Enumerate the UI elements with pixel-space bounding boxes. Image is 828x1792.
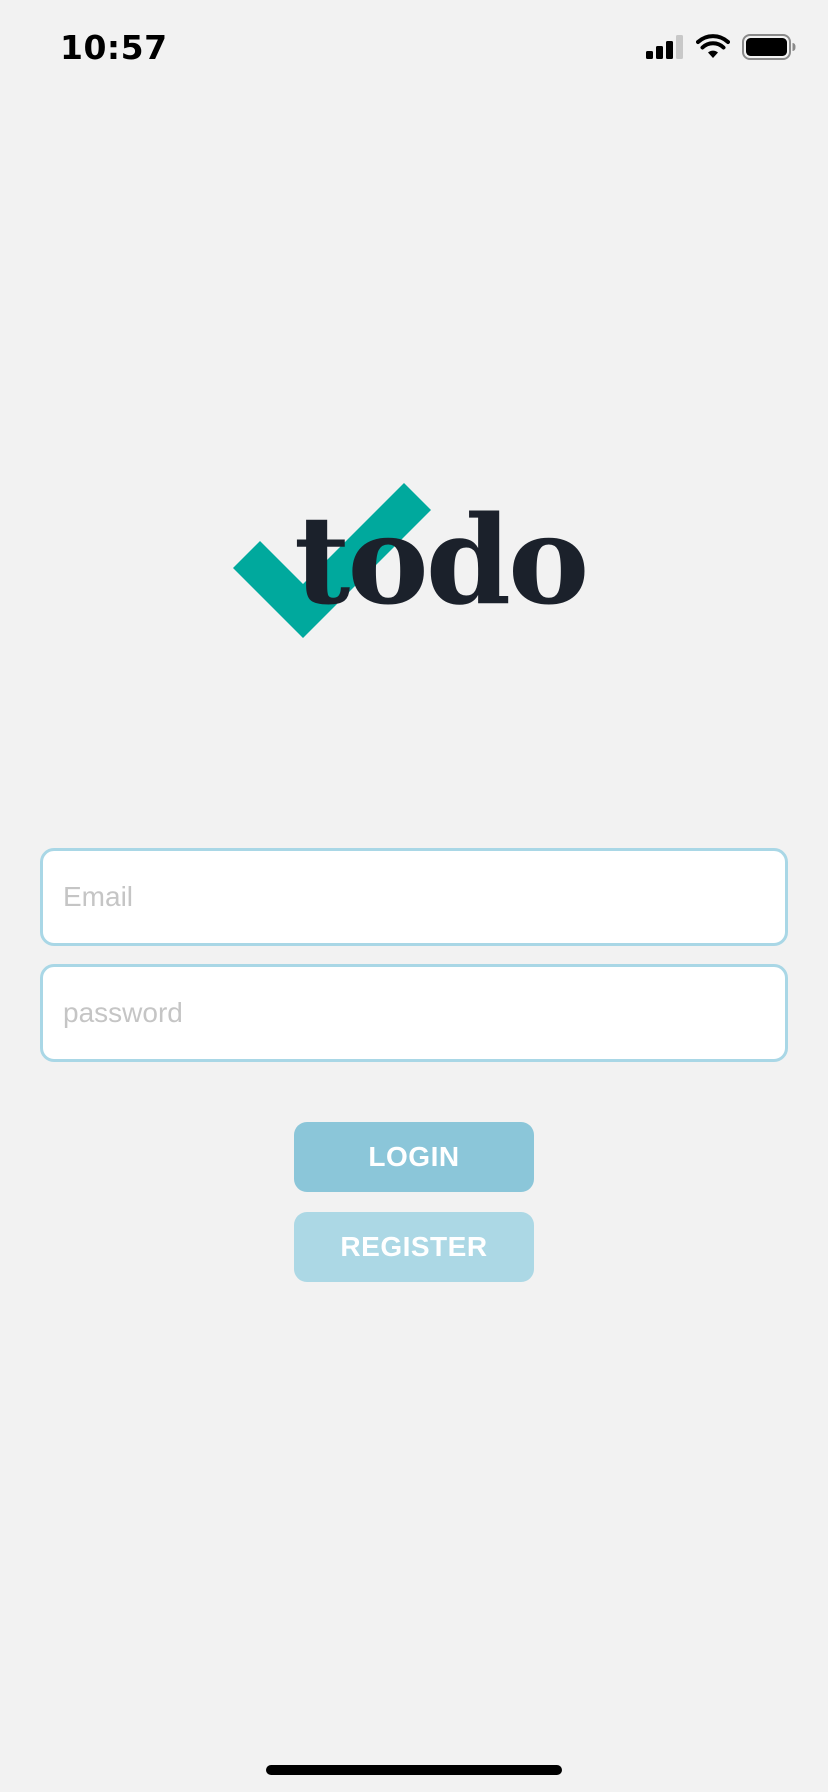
status-time: 10:57 — [60, 28, 168, 67]
status-bar: 10:57 — [0, 0, 828, 100]
battery-icon — [742, 33, 796, 65]
cellular-signal-icon — [646, 34, 684, 64]
password-field[interactable] — [40, 964, 788, 1062]
logo-text: todo — [294, 488, 589, 632]
login-button[interactable]: LOGIN — [294, 1122, 534, 1192]
home-indicator[interactable] — [266, 1765, 562, 1775]
register-button[interactable]: REGISTER — [294, 1212, 534, 1282]
wifi-icon — [696, 33, 730, 65]
todo-logo: todo — [230, 478, 589, 643]
email-field[interactable] — [40, 848, 788, 946]
status-icons — [646, 33, 796, 65]
